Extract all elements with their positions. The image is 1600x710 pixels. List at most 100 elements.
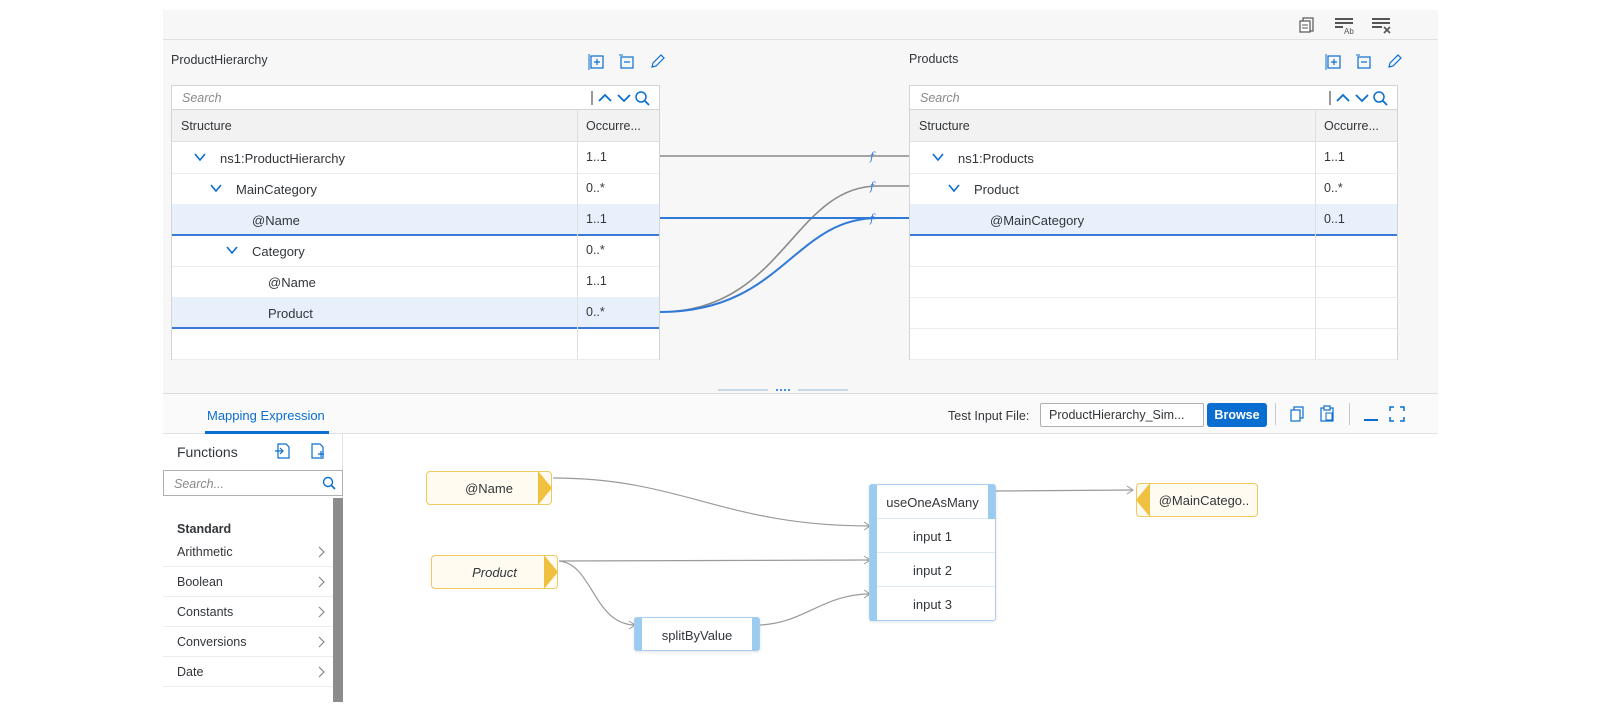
minimize-icon[interactable] <box>1362 405 1380 423</box>
search-nav-icons[interactable] <box>1329 89 1395 107</box>
collapse-all-icon[interactable] <box>1355 53 1373 71</box>
occurrence-value: 1..1 <box>586 150 607 164</box>
occurrence-value: 0..1 <box>1324 212 1345 226</box>
copy-icon[interactable] <box>1288 405 1306 423</box>
expand-all-icon[interactable] <box>1325 53 1343 71</box>
tree-node-label: Product <box>974 182 1019 197</box>
target-search-input[interactable]: Search <box>920 91 960 105</box>
connector-product <box>659 185 879 313</box>
output-port-icon[interactable] <box>538 471 552 505</box>
browse-button[interactable]: Browse <box>1207 403 1267 427</box>
chevron-down-icon[interactable] <box>948 183 960 193</box>
function-node-splitbyvalue[interactable]: splitByValue <box>634 617 760 651</box>
panel-splitter[interactable] <box>163 386 1438 394</box>
col-occurrence[interactable]: Occurre... <box>586 119 641 133</box>
tree-node-label: @MainCategory <box>990 213 1085 228</box>
fullscreen-icon[interactable] <box>1388 405 1406 423</box>
mapping-editor: Ab ProductHierarchy Search Structure Occ… <box>163 10 1438 702</box>
chevron-right-icon <box>318 606 325 618</box>
search-nav-icons[interactable] <box>591 89 657 107</box>
tree-row[interactable]: MainCategory 0..* <box>172 173 659 205</box>
import-function-icon[interactable] <box>273 442 291 460</box>
function-category-item[interactable]: Constants <box>163 597 333 627</box>
function-node-header[interactable]: useOneAsMany <box>870 485 995 519</box>
source-search[interactable]: Search <box>172 86 659 110</box>
empty-row <box>910 266 1397 298</box>
new-function-icon[interactable] <box>309 442 327 460</box>
output-port-icon[interactable] <box>544 555 558 589</box>
occurrence-value: 0..* <box>586 181 605 195</box>
tree-row[interactable]: ns1:Products 1..1 <box>910 142 1397 174</box>
function-category-item[interactable]: Conversions <box>163 627 333 657</box>
target-search[interactable]: Search <box>910 86 1397 110</box>
source-node-product[interactable]: Product <box>431 555 558 589</box>
source-node-name[interactable]: @Name <box>426 471 552 505</box>
function-node-useoneasmany[interactable]: useOneAsMany input 1 input 2 input 3 <box>869 484 996 621</box>
chevron-down-icon[interactable] <box>932 152 944 162</box>
chevron-down-icon[interactable] <box>210 183 222 193</box>
connector-product-selected <box>659 217 879 313</box>
tree-node-label: @Name <box>252 213 300 228</box>
occurrence-value: 1..1 <box>1324 150 1345 164</box>
test-input-field[interactable]: ProductHierarchy_Sim... <box>1040 403 1204 427</box>
source-search-input[interactable]: Search <box>182 91 222 105</box>
copy-mapping-icon[interactable] <box>1297 15 1319 35</box>
empty-row <box>910 328 1397 360</box>
chevron-right-icon <box>318 666 325 678</box>
expand-all-icon[interactable] <box>588 53 606 71</box>
edit-icon[interactable] <box>1385 53 1403 71</box>
tree-node-label: ns1:ProductHierarchy <box>220 151 345 166</box>
empty-row <box>910 235 1397 267</box>
chevron-down-icon[interactable] <box>226 245 238 255</box>
functions-panel: Functions Search... Standard Arithmetic B… <box>163 434 343 702</box>
occurrence-value: 1..1 <box>586 274 607 288</box>
col-occurrence[interactable]: Occurre... <box>1324 119 1379 133</box>
expression-tabbar: Mapping Expression Test Input File: Prod… <box>163 394 1438 434</box>
functions-search[interactable]: Search... <box>163 470 343 496</box>
chevron-right-icon <box>318 636 325 648</box>
chevron-down-icon[interactable] <box>194 152 206 162</box>
tree-row[interactable]: Category 0..* <box>172 235 659 267</box>
target-grid-header: Structure Occurre... <box>910 110 1397 142</box>
tree-row[interactable]: @Name 1..1 <box>172 266 659 298</box>
functions-title: Functions <box>177 444 238 460</box>
functions-search-input[interactable]: Search... <box>174 477 224 491</box>
collapse-all-icon[interactable] <box>618 53 636 71</box>
function-input-port-1[interactable]: input 1 <box>870 519 995 553</box>
rename-lines-icon[interactable]: Ab <box>1333 15 1355 35</box>
function-marker-icon: f <box>869 150 876 163</box>
function-marker-icon: f <box>869 180 876 193</box>
splitter-grip-icon[interactable] <box>718 387 848 393</box>
source-tree: Search Structure Occurre... ns1:ProductH… <box>171 85 660 360</box>
tree-node-label: ns1:Products <box>958 151 1034 166</box>
svg-text:Ab: Ab <box>1344 27 1354 35</box>
tree-row[interactable]: @Name 1..1 <box>172 204 659 236</box>
chevron-right-icon <box>318 546 325 558</box>
chevron-right-icon <box>318 576 325 588</box>
functions-scrollbar[interactable] <box>333 498 343 702</box>
search-icon[interactable] <box>322 476 336 490</box>
occurrence-value: 1..1 <box>586 212 607 226</box>
tree-row[interactable]: ns1:ProductHierarchy 1..1 <box>172 142 659 174</box>
function-input-port-2[interactable]: input 2 <box>870 553 995 587</box>
target-tree: Search Structure Occurre... ns1:Products… <box>909 85 1398 360</box>
tree-row[interactable]: Product 0..* <box>910 173 1397 205</box>
function-category-item[interactable]: Arithmetic <box>163 537 333 567</box>
function-category-item[interactable]: Date <box>163 657 333 687</box>
col-structure: Structure <box>181 119 232 133</box>
function-input-port-3[interactable]: input 3 <box>870 587 995 621</box>
clear-lines-icon[interactable] <box>1370 15 1392 35</box>
paste-icon[interactable] <box>1318 405 1336 423</box>
tree-row[interactable]: Product 0..* <box>172 297 659 329</box>
tree-row[interactable]: @MainCategory 0..1 <box>910 204 1397 236</box>
edit-icon[interactable] <box>648 53 666 71</box>
source-title: ProductHierarchy <box>171 53 268 67</box>
occurrence-value: 0..* <box>586 243 605 257</box>
input-port-icon[interactable] <box>1136 483 1150 517</box>
expression-wires <box>552 477 1134 630</box>
function-category-item[interactable]: Boolean <box>163 567 333 597</box>
tree-node-label: Category <box>252 244 305 259</box>
empty-row <box>910 297 1397 329</box>
target-node-maincategory[interactable]: @MainCatego.. <box>1136 483 1258 517</box>
tab-mapping-expression[interactable]: Mapping Expression <box>207 408 325 423</box>
